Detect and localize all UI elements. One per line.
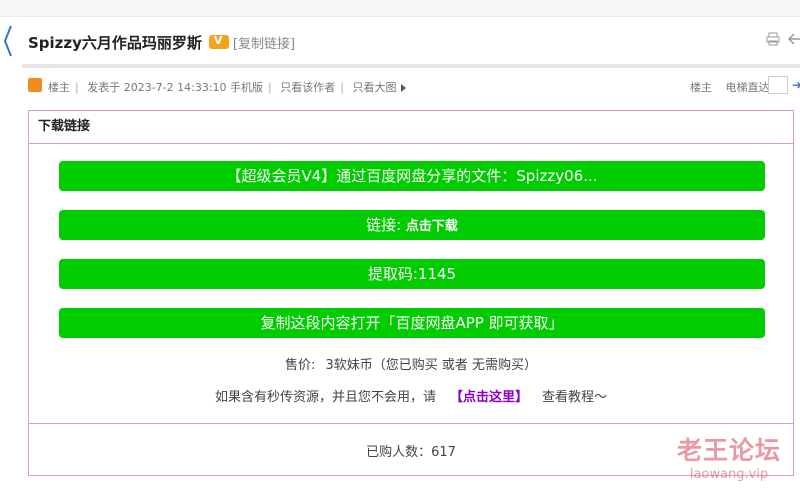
copy-content-button[interactable]: 复制这段内容打开「百度网盘APP 即可获取」	[59, 308, 765, 338]
thread-title-row: Spizzy六月作品玛丽罗斯 [复制链接]	[28, 32, 295, 52]
box-divider	[29, 423, 793, 424]
tutorial-tip: 如果含有秒传资源，并且您不会用，请 【点击这里】 查看教程～	[29, 386, 793, 405]
tip-suffix: 查看教程～	[542, 390, 608, 405]
author-label[interactable]: 楼主	[48, 81, 70, 94]
price-label: 售价:	[285, 358, 316, 373]
extract-code-button[interactable]: 提取码:1145	[59, 259, 765, 289]
tip-text: 如果含有秒传资源，并且您不会用，请	[214, 390, 436, 405]
link-prefix: 链接:	[366, 216, 402, 234]
only-author-link[interactable]: 只看该作者	[280, 81, 335, 94]
tutorial-link[interactable]: 【点击这里】	[450, 390, 528, 405]
copy-link-button[interactable]: [复制链接]	[233, 33, 295, 52]
buyers-count: 已购人数：617	[366, 445, 456, 460]
post-time: 发表于 2023-7-2 14:33:10 手机版	[87, 81, 264, 94]
floor-jump-input[interactable]	[768, 76, 788, 94]
play-arrow-icon	[401, 84, 407, 92]
download-header: 下载链接	[29, 111, 793, 144]
post-meta: 楼主 | 发表于 2023-7-2 14:33:10 手机版 | 只看该作者 | 只看…	[28, 76, 800, 94]
floor-label: 楼主	[690, 81, 712, 94]
price-value: 3软妹币（您已购买 或者 无需购买）	[325, 358, 537, 373]
download-link-label[interactable]: 点击下载	[406, 219, 458, 234]
price-line: 售价: 3软妹币（您已购买 或者 无需购买）	[29, 354, 793, 373]
jump-label: 电梯直达	[725, 81, 770, 94]
share-file-button[interactable]: 【超级会员V4】通过百度网盘分享的文件：Spizzy06...	[59, 161, 765, 191]
back-icon[interactable]	[788, 32, 800, 46]
download-link-button[interactable]: 链接: 点击下载	[59, 210, 765, 240]
download-box: 下载链接 【超级会员V4】通过百度网盘分享的文件：Spizzy06... 链接:…	[28, 110, 794, 476]
jump-arrow-icon[interactable]: ➔	[792, 78, 800, 92]
thread-title: Spizzy六月作品玛丽罗斯	[28, 33, 202, 52]
thread-tools	[766, 32, 800, 46]
only-images-link[interactable]: 只看大图	[352, 81, 396, 94]
vip-badge-icon	[208, 34, 229, 49]
collapse-sidebar-icon[interactable]	[2, 24, 14, 58]
avatar[interactable]	[28, 78, 42, 92]
print-icon[interactable]	[766, 32, 780, 46]
title-divider	[22, 64, 800, 68]
top-bar	[0, 0, 800, 17]
